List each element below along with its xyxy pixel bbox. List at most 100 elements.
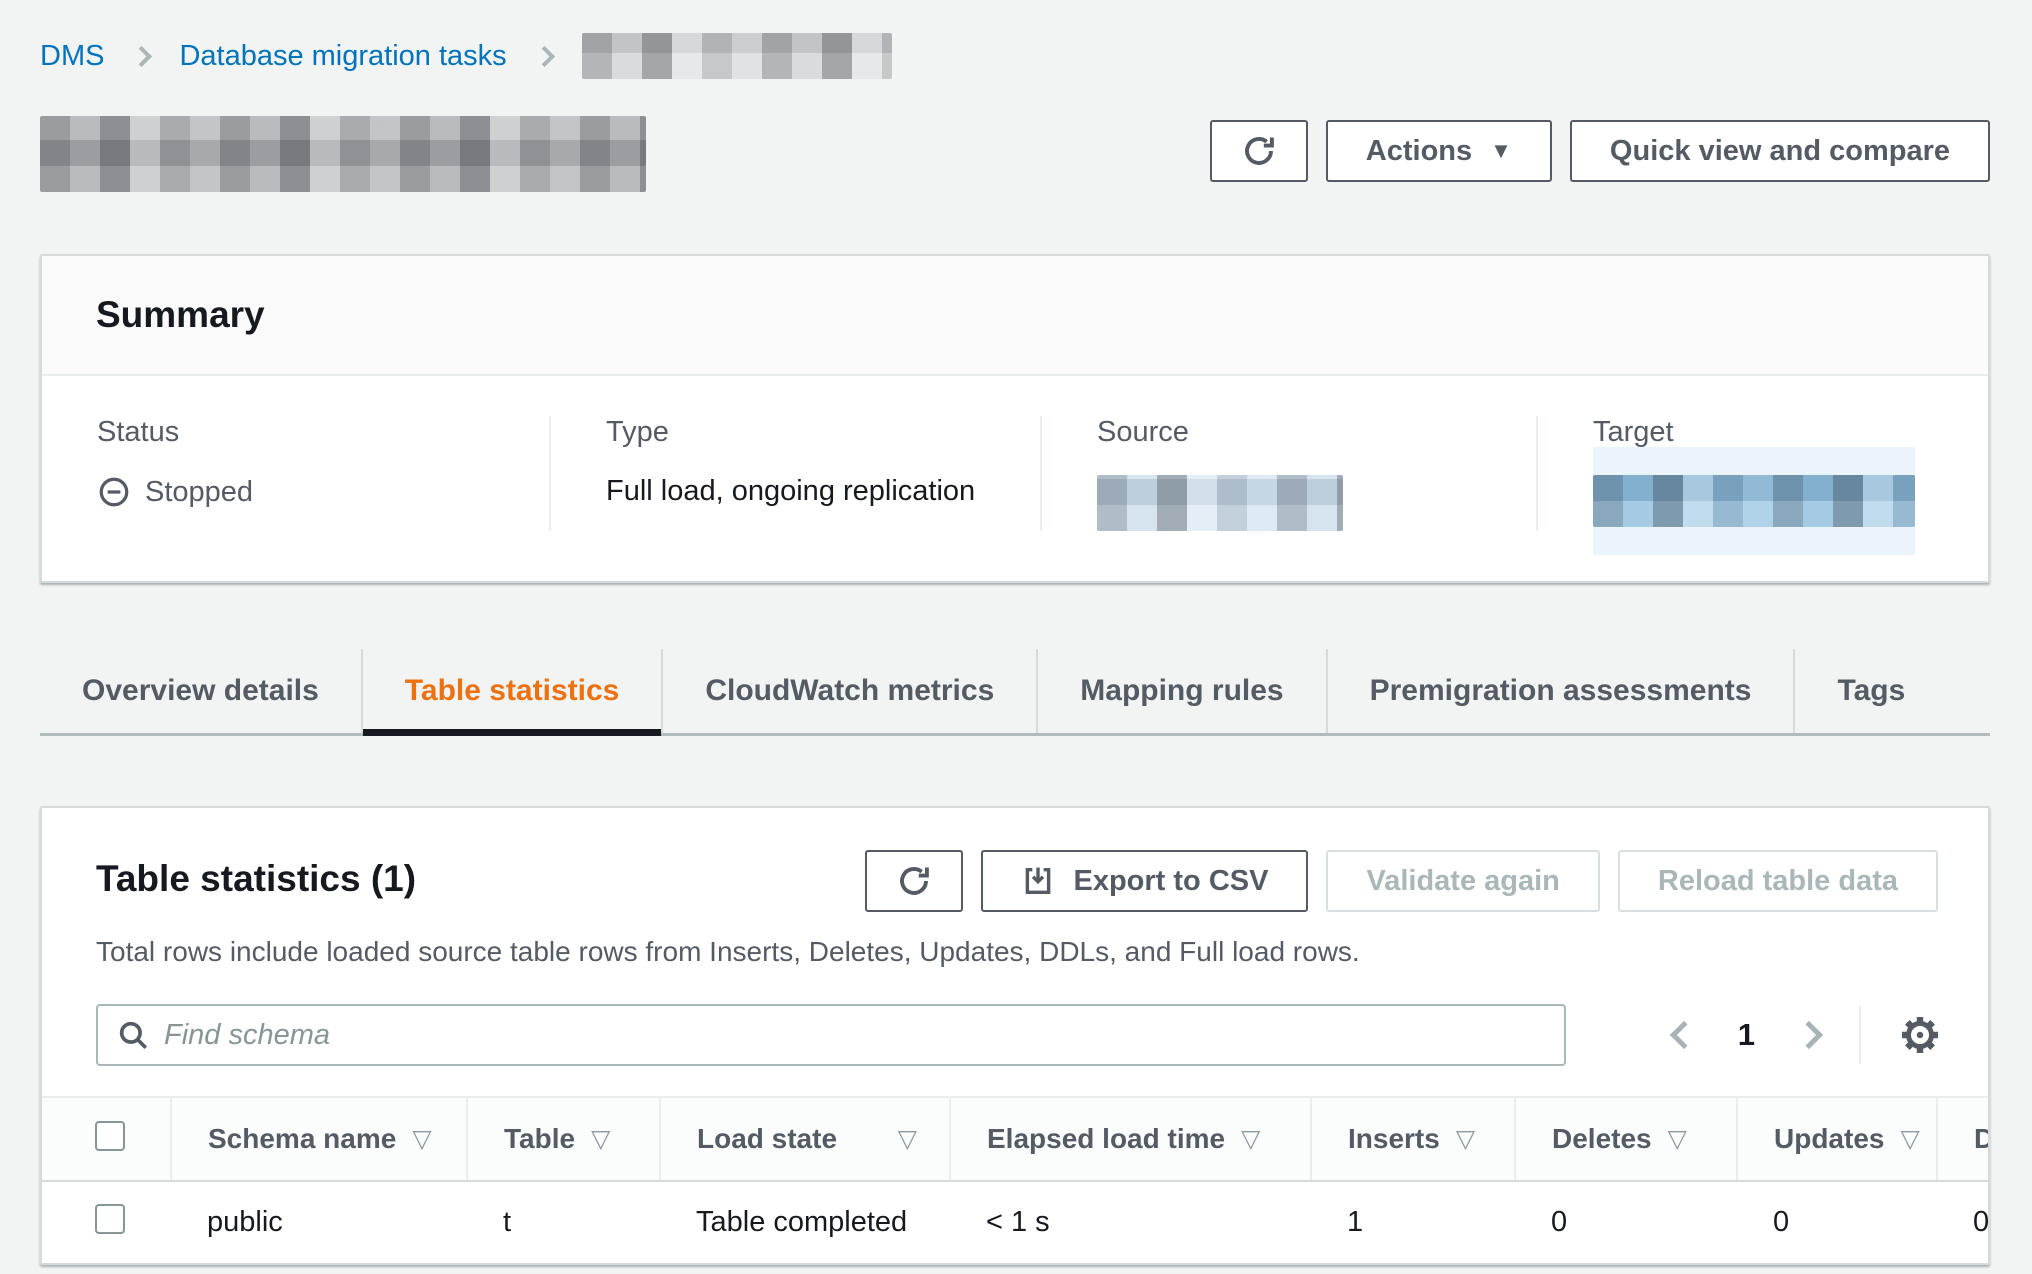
column-header-inserts[interactable]: Inserts ▽ <box>1311 1097 1515 1181</box>
target-label: Target <box>1593 416 1988 449</box>
column-header-table[interactable]: Table ▽ <box>467 1097 660 1181</box>
summary-header: Summary <box>42 256 1988 376</box>
status-value: Stopped <box>145 476 253 509</box>
column-header-updates[interactable]: Updates ▽ <box>1737 1097 1937 1181</box>
sort-icon[interactable]: ▽ <box>1241 1124 1260 1154</box>
validate-again-label: Validate again <box>1366 865 1559 898</box>
tab-overview-details[interactable]: Overview details <box>40 649 361 733</box>
validate-again-button[interactable]: Validate again <box>1326 850 1599 912</box>
row-checkbox[interactable] <box>95 1204 125 1234</box>
tab-premigration-assessments[interactable]: Premigration assessments <box>1326 649 1794 733</box>
column-label: Updates <box>1774 1123 1884 1155</box>
column-label: Elapsed load time <box>987 1123 1225 1155</box>
current-page-number[interactable]: 1 <box>1738 1017 1755 1053</box>
caret-down-icon: ▼ <box>1490 140 1512 162</box>
table-row[interactable]: public t Table completed < 1 s 1 0 0 0 <box>42 1181 1988 1263</box>
breadcrumb-chevron-icon <box>131 45 152 66</box>
task-tabs: Overview details Table statistics CloudW… <box>40 649 1990 736</box>
cell-deletes: 0 <box>1515 1181 1737 1263</box>
source-value-redacted[interactable] <box>1097 475 1343 531</box>
export-to-csv-button[interactable]: Export to CSV <box>981 850 1308 912</box>
summary-field-source: Source <box>1040 416 1536 531</box>
cell-elapsed-load-time: < 1 s <box>950 1181 1311 1263</box>
type-value: Full load, ongoing replication <box>606 475 1040 508</box>
schema-search <box>96 1004 1566 1066</box>
previous-page-icon[interactable] <box>1670 1021 1698 1049</box>
sort-icon[interactable]: ▽ <box>1456 1124 1475 1154</box>
column-header-elapsed-load-time[interactable]: Elapsed load time ▽ <box>950 1097 1311 1181</box>
breadcrumb-link-dms[interactable]: DMS <box>40 40 104 73</box>
column-header-schema-name[interactable]: Schema name ▽ <box>171 1097 467 1181</box>
reload-table-data-button[interactable]: Reload table data <box>1618 850 1938 912</box>
column-header-deletes[interactable]: Deletes ▽ <box>1515 1097 1737 1181</box>
select-all-checkbox[interactable] <box>95 1121 125 1151</box>
column-label: Deletes <box>1552 1123 1652 1155</box>
table-refresh-button[interactable] <box>865 850 963 912</box>
find-schema-input[interactable] <box>96 1004 1566 1066</box>
pagination: 1 <box>1674 1006 1943 1064</box>
cell-ddls: 0 <box>1937 1181 1988 1263</box>
breadcrumb: DMS Database migration tasks <box>40 32 1990 80</box>
cell-table: t <box>467 1181 660 1263</box>
page-title-redacted <box>40 116 646 192</box>
status-label: Status <box>97 416 549 449</box>
summary-title: Summary <box>96 294 1934 336</box>
reload-table-data-label: Reload table data <box>1658 865 1898 898</box>
table-statistics-panel: Table statistics (1) Export to CSV <box>40 806 1990 1265</box>
dms-task-page: DMS Database migration tasks Actions ▼ <box>0 0 2032 1274</box>
sort-icon[interactable]: ▽ <box>1668 1124 1687 1154</box>
sort-icon[interactable]: ▽ <box>412 1124 431 1154</box>
column-label: Table <box>504 1123 575 1155</box>
target-value-redacted[interactable] <box>1593 475 1915 527</box>
header-toolbar: Actions ▼ Quick view and compare <box>1210 120 1990 182</box>
table-scroll-area[interactable]: Schema name ▽ Table ▽ Load state ▽ Elapsed … <box>42 1096 1988 1263</box>
cell-schema-name: public <box>171 1181 467 1263</box>
stopped-icon <box>97 475 131 509</box>
sort-icon[interactable]: ▽ <box>1900 1124 1919 1154</box>
summary-field-status: Status Stopped <box>42 416 549 531</box>
type-label: Type <box>606 416 1040 449</box>
cell-updates: 0 <box>1737 1181 1937 1263</box>
tab-cloudwatch-metrics[interactable]: CloudWatch metrics <box>661 649 1036 733</box>
refresh-icon <box>896 863 932 899</box>
table-statistics-toolbar: Export to CSV Validate again Reload tabl… <box>865 850 1938 912</box>
search-icon <box>116 1018 150 1052</box>
refresh-button[interactable] <box>1210 120 1308 182</box>
table-statistics-table: Schema name ▽ Table ▽ Load state ▽ Elapsed … <box>42 1096 1988 1263</box>
column-label: D <box>1974 1123 1988 1155</box>
actions-button[interactable]: Actions ▼ <box>1326 120 1552 182</box>
refresh-icon <box>1241 133 1277 169</box>
table-statistics-description: Total rows include loaded source table r… <box>42 936 1988 968</box>
cell-load-state: Table completed <box>660 1181 950 1263</box>
breadcrumb-link-tasks[interactable]: Database migration tasks <box>179 40 506 73</box>
summary-panel: Summary Status Stopped Type Full load, o… <box>40 254 1990 583</box>
table-statistics-title: Table statistics (1) <box>96 858 416 900</box>
pagination-divider <box>1859 1006 1861 1064</box>
tab-mapping-rules[interactable]: Mapping rules <box>1036 649 1325 733</box>
summary-field-target: Target <box>1536 416 1988 531</box>
summary-body: Status Stopped Type Full load, ongoing r… <box>42 376 1988 581</box>
sort-icon[interactable]: ▽ <box>898 1124 917 1154</box>
tab-tags[interactable]: Tags <box>1793 649 1947 733</box>
download-icon <box>1021 864 1055 898</box>
cell-inserts: 1 <box>1311 1181 1515 1263</box>
quick-view-compare-button[interactable]: Quick view and compare <box>1570 120 1990 182</box>
breadcrumb-task-name-redacted <box>582 33 892 79</box>
gear-icon <box>1897 1012 1943 1058</box>
tab-table-statistics[interactable]: Table statistics <box>361 649 662 733</box>
next-page-icon[interactable] <box>1795 1021 1823 1049</box>
quick-view-label: Quick view and compare <box>1610 135 1950 168</box>
table-settings-button[interactable] <box>1897 1012 1943 1058</box>
source-label: Source <box>1097 416 1536 449</box>
sort-icon[interactable]: ▽ <box>591 1124 610 1154</box>
column-label: Schema name <box>208 1123 396 1155</box>
column-label: Inserts <box>1348 1123 1440 1155</box>
table-header-row: Schema name ▽ Table ▽ Load state ▽ Elapsed … <box>42 1097 1988 1181</box>
column-header-ddls-clipped[interactable]: D <box>1937 1097 1988 1181</box>
summary-field-type: Type Full load, ongoing replication <box>549 416 1040 531</box>
column-header-load-state[interactable]: Load state ▽ <box>660 1097 950 1181</box>
export-to-csv-label: Export to CSV <box>1073 865 1268 898</box>
breadcrumb-chevron-icon <box>534 45 555 66</box>
actions-label: Actions <box>1366 135 1472 168</box>
column-label: Load state <box>697 1123 837 1155</box>
